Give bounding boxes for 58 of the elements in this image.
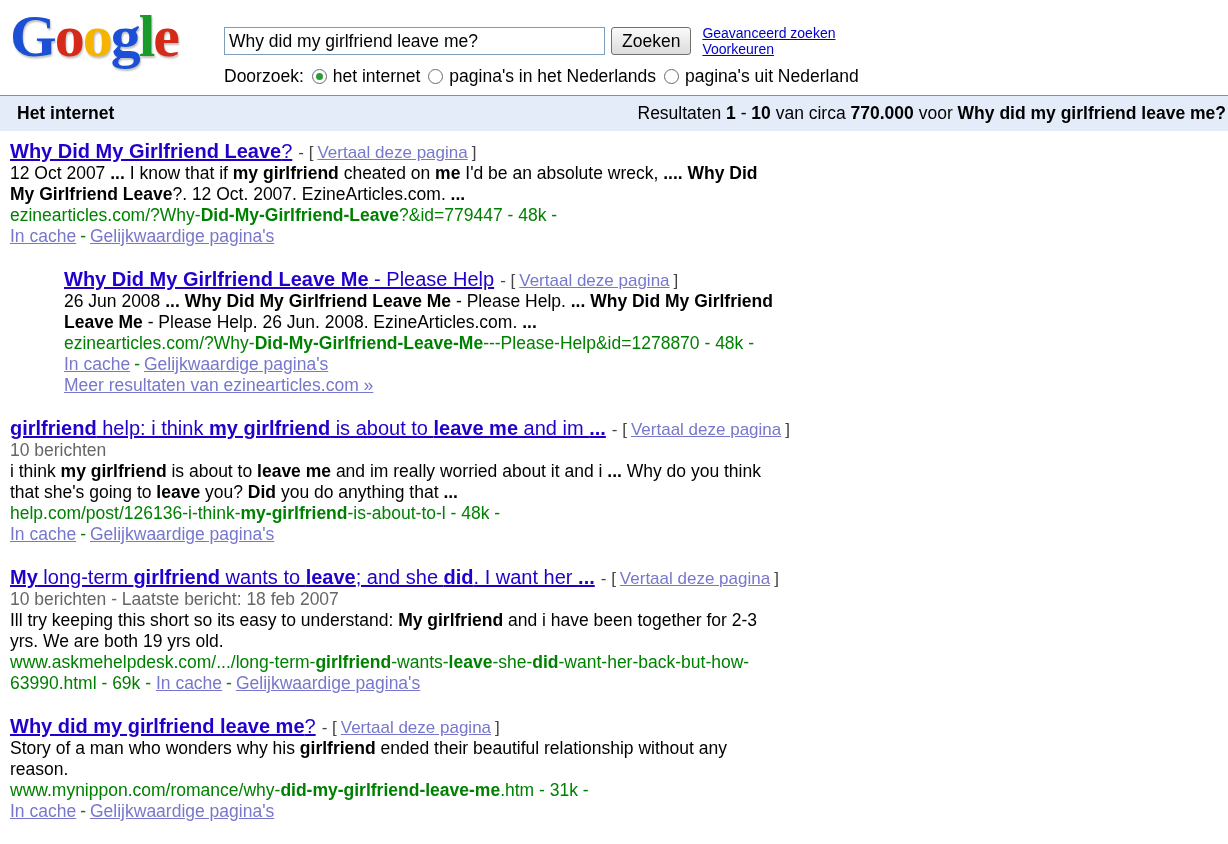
result-url: www.mynippon.com/romance/why-did-my-girlfriend-leave-me.htm - 31k - — [10, 780, 589, 800]
result-title-link[interactable]: Why Did My Girlfriend Leave? — [10, 139, 293, 163]
translate-link[interactable]: Vertaal deze pagina — [340, 717, 492, 738]
scope-label: Doorzoek: — [224, 66, 304, 87]
translate-bracket: ] — [785, 419, 790, 440]
result-snippet: Ill try keeping this short so its easy to understand: My girlfriend and i have been together for 2-3 yrs. We are both 19 yrs old. — [10, 610, 759, 652]
result-title-link[interactable]: My long-term girlfriend wants to leave; and she did. I want her ... — [10, 565, 595, 589]
translate-bracket: - [ — [600, 568, 616, 589]
cache-link[interactable]: In cache — [155, 673, 223, 693]
cache-link[interactable]: In cache — [64, 354, 131, 374]
translate-bracket: ] — [673, 270, 679, 291]
result-url: www.askmehelpdesk.com/.../long-term-girlfriend-wants-leave-she-did-want-her-back-but-how-63990.html - 69k - In cache - Gelijkwaardige pagina's — [10, 652, 751, 694]
result-title-link[interactable]: Why did my girlfriend leave me? — [10, 714, 316, 738]
translate-bracket: - [ — [611, 419, 627, 440]
search-button[interactable]: Zoeken — [611, 27, 692, 55]
result-title-link[interactable]: Why Did My Girlfriend Leave Me - Please Help — [64, 267, 495, 291]
result-url: ezinearticles.com/?Why-Did-My-Girlfriend-Leave-Me---Please-Help&id=1278870 - 48k - — [64, 333, 755, 353]
similar-pages-link[interactable]: Gelijkwaardige pagina's — [90, 524, 275, 544]
link-separator: - — [80, 524, 86, 544]
translate-bracket: ] — [471, 142, 477, 163]
cache-link[interactable]: In cache — [10, 801, 77, 821]
result-url: ezinearticles.com/?Why-Did-My-Girlfriend-Leave?&id=779447 - 48k - — [10, 205, 558, 225]
translate-bracket: ] — [774, 568, 779, 589]
translate-link[interactable]: Vertaal deze pagina — [619, 568, 771, 589]
result-meta: 10 berichten - Laatste bericht: 18 feb 2007 — [10, 589, 340, 610]
scope-radio[interactable]: het internet — [311, 66, 421, 87]
result-snippet: i think my girlfriend is about to leave me and im really worried about it and i ... Why do you think that she's going to leave you? Did you do anything that ... — [10, 461, 762, 503]
link-separator: - — [80, 226, 86, 246]
similar-pages-link[interactable]: Gelijkwaardige pagina's — [235, 673, 421, 693]
translate-link[interactable]: Vertaal deze pagina — [317, 142, 468, 163]
translate-link[interactable]: Vertaal deze pagina — [630, 419, 782, 440]
more-results-link[interactable]: Meer resultaten van ezinearticles.com » — [64, 375, 374, 396]
scope-radio[interactable]: pagina's in het Nederlands — [428, 66, 656, 87]
scope-radio[interactable]: pagina's uit Nederland — [664, 66, 859, 87]
header-link[interactable]: Voorkeuren — [702, 41, 774, 57]
translate-bracket: - [ — [298, 142, 314, 163]
cache-link[interactable]: In cache — [10, 524, 77, 544]
similar-pages-link[interactable]: Gelijkwaardige pagina's — [144, 354, 329, 374]
result-url: help.com/post/126136-i-think-my-girlfriend-is-about-to-l - 48k - — [10, 503, 501, 523]
cache-link[interactable]: In cache — [10, 226, 77, 246]
result-meta: 10 berichten — [10, 440, 108, 461]
similar-pages-link[interactable]: Gelijkwaardige pagina's — [90, 226, 275, 246]
results-summary: Resultaten 1 - 10 van circa 770.000 voor Why did my girlfriend leave me? — [637, 103, 1226, 124]
link-separator: - — [80, 801, 86, 821]
translate-bracket: - [ — [500, 270, 516, 291]
translate-bracket: - [ — [321, 717, 337, 738]
search-field[interactable]: Why did my girlfriend leave me? — [224, 27, 605, 55]
link-separator: - — [226, 673, 232, 693]
translate-bracket: ] — [495, 717, 500, 738]
result-snippet: Story of a man who wonders why his girlfriend ended their beautiful relationship without any reason. — [10, 738, 728, 780]
result-snippet: 12 Oct 2007 ... I know that if my girlfriend cheated on me I'd be an absolute wreck, .... Why Did My Girlfriend Leave?. 12 Oct. 2007. EzineArticles.com. ... — [10, 163, 759, 205]
results-bar-title: Het internet — [17, 103, 115, 124]
header-link[interactable]: Geavanceerd zoeken — [702, 25, 836, 41]
translate-link[interactable]: Vertaal deze pagina — [519, 270, 670, 291]
link-separator: - — [134, 354, 140, 374]
result-snippet: 26 Jun 2008 ... Why Did My Girlfriend Leave Me - Please Help. ... Why Did My Girlfriend Leave Me - Please Help. 26 Jun. 2008. EzineArticles.com. ... — [64, 291, 774, 333]
similar-pages-link[interactable]: Gelijkwaardige pagina's — [90, 801, 275, 821]
result-title-link[interactable]: girlfriend help: i think my girlfriend is about to leave me and im ... — [10, 416, 606, 440]
